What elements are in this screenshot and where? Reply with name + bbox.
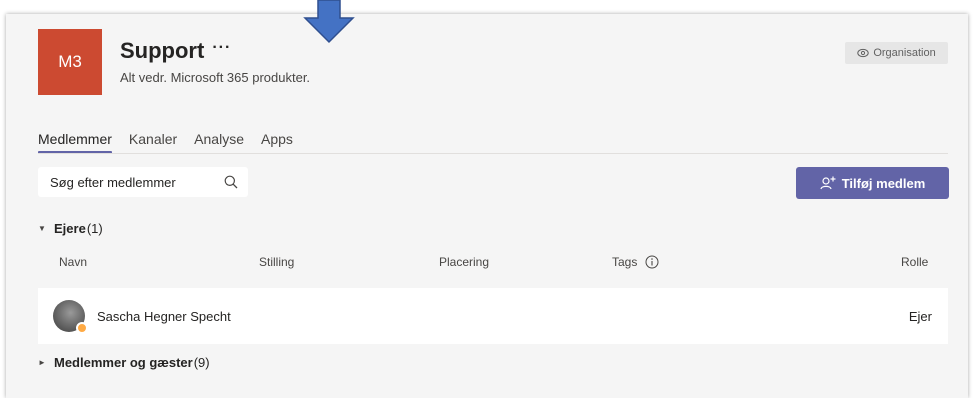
owners-section-toggle[interactable]: ▼ Ejere (1): [38, 221, 103, 236]
owners-section-title: Ejere: [54, 221, 86, 236]
table-row[interactable]: Sascha Hegner Specht Ejer: [38, 288, 948, 344]
column-header-location[interactable]: Placering: [439, 255, 489, 269]
eye-icon: [857, 48, 870, 58]
column-header-tags[interactable]: Tags: [612, 255, 659, 269]
column-header-tags-label: Tags: [612, 255, 638, 269]
team-title: Support ···: [120, 38, 231, 64]
search-placeholder: Søg efter medlemmer: [50, 174, 176, 190]
members-count: (9): [193, 355, 210, 370]
member-name: Sascha Hegner Specht: [97, 309, 231, 324]
owners-count: (1): [86, 221, 103, 236]
caret-right-icon: ►: [38, 358, 46, 367]
tab-members[interactable]: Medlemmer: [38, 131, 112, 154]
caret-down-icon: ▼: [38, 224, 46, 233]
tab-analytics[interactable]: Analyse: [194, 131, 244, 151]
search-icon[interactable]: [224, 175, 238, 189]
add-person-icon: [820, 176, 836, 190]
tab-divider: [38, 153, 948, 154]
team-avatar: M3: [38, 29, 102, 95]
member-role-dropdown[interactable]: Ejer: [909, 309, 932, 324]
info-icon[interactable]: [645, 255, 659, 269]
members-section-toggle[interactable]: ► Medlemmer og gæster (9): [38, 355, 210, 370]
tab-channels[interactable]: Kanaler: [129, 131, 177, 151]
privacy-badge: Organisation: [845, 42, 948, 64]
column-header-title[interactable]: Stilling: [259, 255, 294, 269]
presence-away-icon: [76, 322, 88, 334]
add-member-label: Tilføj medlem: [841, 175, 926, 191]
members-section-title: Medlemmer og gæster: [54, 355, 193, 370]
down-arrow-annotation: [303, 0, 355, 44]
add-member-button[interactable]: Tilføj medlem: [796, 167, 949, 199]
member-search-input[interactable]: Søg efter medlemmer: [38, 167, 248, 197]
avatar[interactable]: [53, 300, 88, 334]
team-name: Support: [120, 38, 205, 63]
team-description: Alt vedr. Microsoft 365 produkter.: [120, 70, 311, 85]
team-avatar-initials: M3: [58, 52, 82, 71]
privacy-label: Organisation: [873, 47, 936, 59]
tab-apps[interactable]: Apps: [261, 131, 293, 151]
column-header-role[interactable]: Rolle: [901, 255, 928, 269]
more-options-icon[interactable]: ···: [212, 39, 231, 57]
column-header-name[interactable]: Navn: [59, 255, 87, 269]
team-tabs: Medlemmer Kanaler Analyse Apps: [38, 131, 310, 154]
